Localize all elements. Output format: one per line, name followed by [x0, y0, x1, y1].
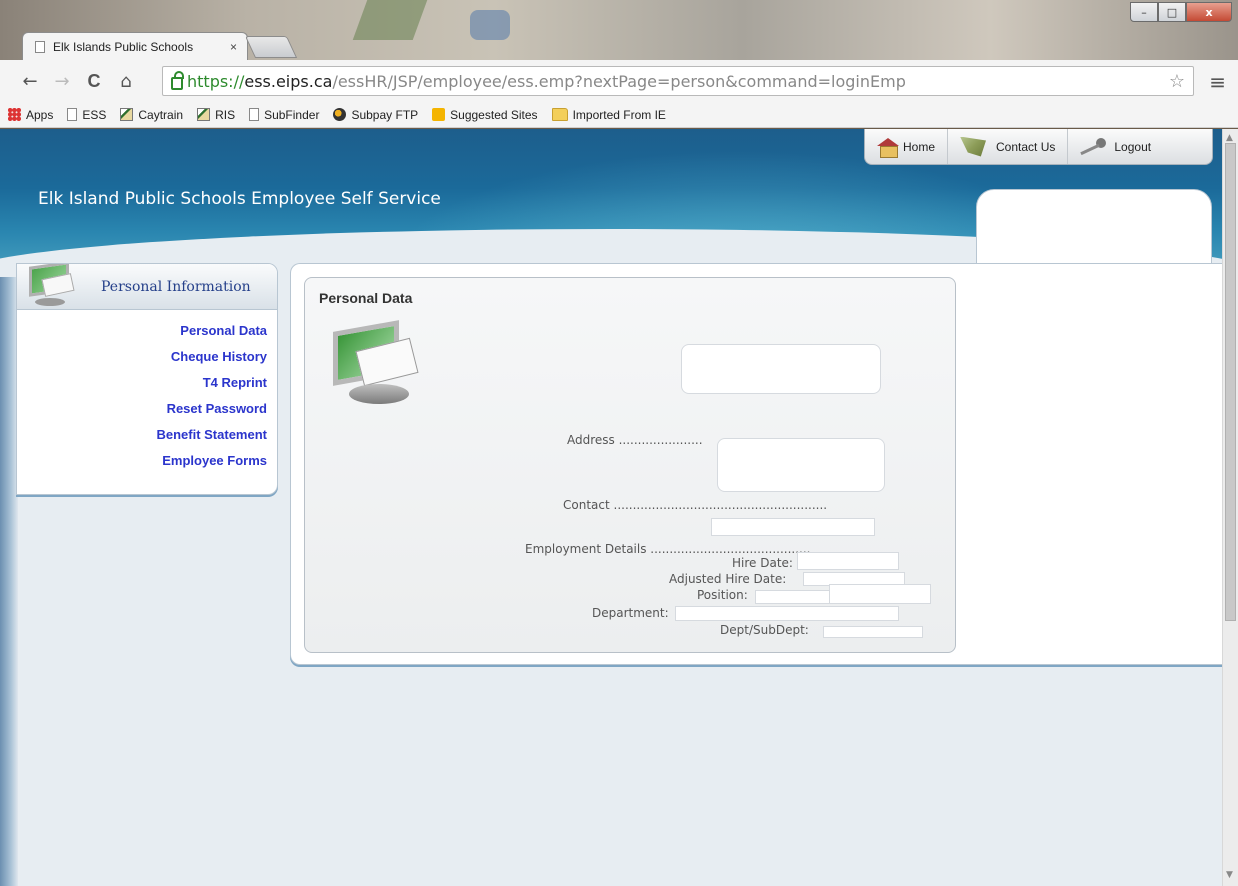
- bookmark-label: Subpay FTP: [351, 107, 419, 122]
- desktop-background-fragment: [470, 10, 510, 40]
- sidebar-item-cheque-history[interactable]: Cheque History: [17, 344, 277, 370]
- bookmark-star-icon[interactable]: ☆: [1169, 71, 1185, 92]
- dept-subdept-value: [823, 626, 923, 638]
- url-host: ess.eips.ca: [244, 71, 333, 91]
- vertical-scrollbar[interactable]: ▲ ▼: [1222, 129, 1238, 886]
- back-icon[interactable]: ←: [18, 71, 42, 92]
- reload-icon[interactable]: C: [82, 71, 106, 92]
- card-title: Personal Data: [319, 290, 413, 306]
- bookmark-label: ESS: [82, 107, 107, 122]
- sidebar-header: Personal Information: [17, 264, 277, 310]
- employee-name-box: [681, 344, 881, 394]
- home-link[interactable]: Home: [865, 129, 949, 164]
- logout-link-label: Logout: [1114, 139, 1152, 154]
- bookmark-label: SubFinder: [264, 107, 320, 122]
- sidebar-item-personal-data[interactable]: Personal Data: [17, 318, 277, 344]
- page-viewport: Elk Island Public Schools Employee Self …: [0, 129, 1238, 886]
- bookmark-ris[interactable]: RIS: [197, 108, 235, 122]
- scroll-down-arrow-icon[interactable]: ▼: [1226, 870, 1233, 880]
- position-extra-value: [829, 584, 931, 604]
- address-bar[interactable]: https://ess.eips.ca/essHR/JSP/employee/e…: [162, 66, 1194, 96]
- close-window-button[interactable]: x: [1186, 2, 1232, 22]
- home-link-label: Home: [903, 139, 936, 154]
- monitor-icon: [329, 318, 425, 414]
- contact-us-link[interactable]: Contact Us: [948, 129, 1069, 164]
- bookmark-label: Caytrain: [138, 107, 184, 122]
- minimize-button[interactable]: –: [1130, 2, 1158, 22]
- bookmark-suggested-sites[interactable]: Suggested Sites: [432, 107, 538, 122]
- scroll-up-arrow-icon[interactable]: ▲: [1226, 133, 1233, 143]
- employment-details-label: Employment Details .....................…: [525, 542, 811, 556]
- hire-date-label: Hire Date:: [732, 556, 793, 570]
- monitor-icon: [25, 264, 81, 312]
- maximize-button[interactable]: □: [1158, 2, 1186, 22]
- bookmark-imported-from-ie[interactable]: Imported From IE: [551, 107, 666, 122]
- tab-title: Elk Islands Public Schools: [53, 39, 194, 54]
- personal-data-card: Personal Data Address ..................…: [304, 277, 956, 653]
- address-box: [717, 438, 885, 492]
- sidebar: Personal Information Personal Data Chequ…: [16, 263, 278, 495]
- header-links: Home Contact Us Logout: [864, 129, 1213, 165]
- site-title: Elk Island Public Schools Employee Self …: [38, 189, 441, 209]
- scrollbar-thumb[interactable]: [1225, 143, 1236, 621]
- bookmark-subpay-ftp[interactable]: Subpay FTP: [333, 108, 418, 122]
- sidebar-menu: Personal Data Cheque History T4 Reprint …: [17, 310, 277, 474]
- globe-icon: [333, 108, 347, 121]
- window-controls: – □ x: [1130, 2, 1232, 22]
- sidebar-item-employee-forms[interactable]: Employee Forms: [17, 448, 277, 474]
- page-icon: [249, 108, 260, 121]
- department-label: Department:: [592, 606, 669, 620]
- dept-subdept-label: Dept/SubDept:: [720, 623, 809, 637]
- department-value: [675, 606, 899, 621]
- bing-icon: [432, 108, 446, 121]
- contact-link-label: Contact Us: [996, 139, 1056, 154]
- home-nav-icon[interactable]: ⌂: [114, 71, 138, 92]
- sidebar-title: Personal Information: [101, 278, 251, 295]
- lock-icon: [171, 70, 184, 90]
- bookmark-subfinder[interactable]: SubFinder: [249, 108, 319, 122]
- bookmark-ess[interactable]: ESS: [67, 108, 106, 122]
- bookmark-label: Imported From IE: [572, 107, 666, 122]
- bookmarks-bar: Apps ESS Caytrain RIS SubFinder Subpay F…: [0, 102, 1238, 128]
- url-path: /essHR/JSP/employee/ess.emp?nextPage=per…: [332, 71, 906, 91]
- bookmark-label: Suggested Sites: [450, 107, 538, 122]
- browser-menu-icon[interactable]: ≡: [1209, 70, 1226, 94]
- bookmark-apps[interactable]: Apps: [8, 108, 53, 122]
- page-icon: [67, 108, 78, 121]
- chart-icon: [120, 108, 134, 121]
- position-value: [755, 590, 835, 604]
- home-icon: [877, 137, 899, 158]
- key-icon: [1080, 137, 1107, 156]
- adjusted-hire-date-label: Adjusted Hire Date:: [669, 572, 787, 586]
- hire-date-value: [797, 552, 899, 570]
- address-label: Address ......................: [567, 433, 703, 447]
- forward-icon[interactable]: →: [50, 71, 74, 92]
- url-scheme: https://: [187, 71, 245, 91]
- contact-value: [711, 518, 875, 536]
- contact-label: Contact ................................…: [563, 498, 828, 512]
- close-tab-icon[interactable]: ×: [230, 40, 237, 54]
- main-panel: Personal Data Address ..................…: [290, 263, 1230, 665]
- bookmark-label: RIS: [215, 107, 236, 122]
- position-label: Position:: [697, 588, 748, 602]
- sidebar-item-t4-reprint[interactable]: T4 Reprint: [17, 370, 277, 396]
- contact-icon: [960, 136, 987, 157]
- browser-tab[interactable]: Elk Islands Public Schools ×: [22, 32, 248, 60]
- sidebar-item-reset-password[interactable]: Reset Password: [17, 396, 277, 422]
- sidebar-item-benefit-statement[interactable]: Benefit Statement: [17, 422, 277, 448]
- apps-grid-icon: [8, 108, 21, 121]
- bookmark-label: Apps: [26, 107, 54, 122]
- folder-icon: [551, 108, 568, 121]
- bookmark-caytrain[interactable]: Caytrain: [120, 108, 183, 122]
- desktop-background-fragment: [352, 0, 428, 40]
- page-icon: [35, 40, 45, 53]
- logout-link[interactable]: Logout: [1068, 129, 1163, 164]
- chart-icon: [197, 108, 211, 121]
